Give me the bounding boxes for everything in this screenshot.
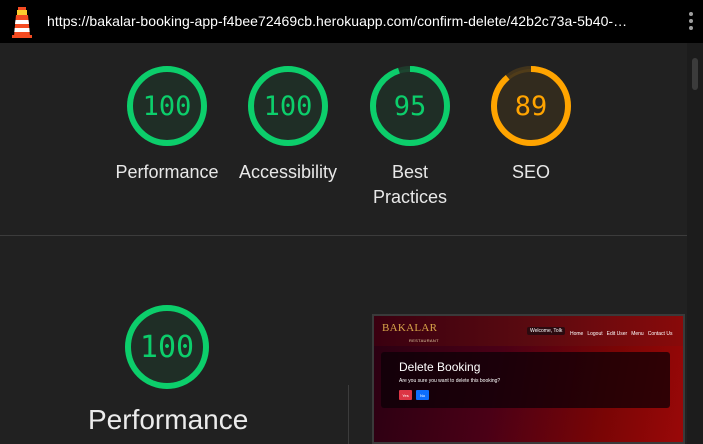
thumbnail-no-button: No [416, 390, 429, 400]
thumbnail-card: Delete Booking Are you sure you want to … [381, 352, 670, 408]
gauge-label: Best Practices [372, 162, 448, 207]
kebab-menu-icon[interactable] [686, 12, 696, 34]
gauge-seo[interactable]: 89 [486, 61, 576, 151]
thumbnail-menu-item: Edit User [606, 331, 628, 337]
gauge-score: 100 [142, 90, 192, 122]
page-screenshot-thumbnail[interactable]: BAKALAR RESTAURANT Welcome, Tolk Home Log… [372, 314, 685, 444]
gauge-accessibility[interactable]: 100 [243, 61, 333, 151]
gauge-score: 95 [393, 90, 427, 122]
thumbnail-menu-item: Logout [587, 331, 603, 337]
scrollbar[interactable] [687, 43, 703, 444]
gauge-label: SEO [511, 162, 550, 182]
thumbnail-yes-button: Yes [399, 390, 412, 400]
thumbnail-brand-sub: RESTAURANT [409, 338, 439, 343]
performance-score: 100 [139, 329, 195, 365]
thumbnail-menu-item: Home [570, 331, 584, 337]
url-bar: https://bakalar-booking-app-f4bee72469cb… [0, 0, 703, 43]
thumbnail-card-text: Are you sure you want to delete this boo… [399, 378, 501, 384]
gauge-label: Accessibility [238, 162, 338, 182]
performance-title: Performance [88, 404, 249, 435]
divider [0, 235, 687, 236]
thumbnail-welcome: Welcome, Tolk [527, 327, 566, 335]
gauge-label: Performance [115, 162, 219, 182]
thumbnail-card-title: Delete Booking [399, 360, 481, 374]
gauge-performance[interactable]: 100 [122, 61, 212, 151]
gauge-score: 89 [514, 90, 548, 122]
lighthouse-icon [9, 6, 35, 38]
thumbnail-navbar: BAKALAR RESTAURANT Welcome, Tolk Home Log… [374, 316, 683, 346]
performance-gauge[interactable]: 100 [122, 302, 212, 392]
thumbnail-menu: Home Logout Edit User Menu Contact Us [570, 331, 676, 337]
thumbnail-brand: BAKALAR [382, 322, 438, 334]
vertical-divider [348, 385, 349, 444]
thumbnail-menu-item: Contact Us [647, 331, 673, 337]
gauge-best-practices[interactable]: 95 [365, 61, 455, 151]
thumbnail-menu-item: Menu [631, 331, 644, 337]
scrollbar-thumb[interactable] [692, 58, 698, 90]
gauge-score: 100 [263, 90, 313, 122]
page-url: https://bakalar-booking-app-f4bee72469cb… [47, 13, 628, 29]
